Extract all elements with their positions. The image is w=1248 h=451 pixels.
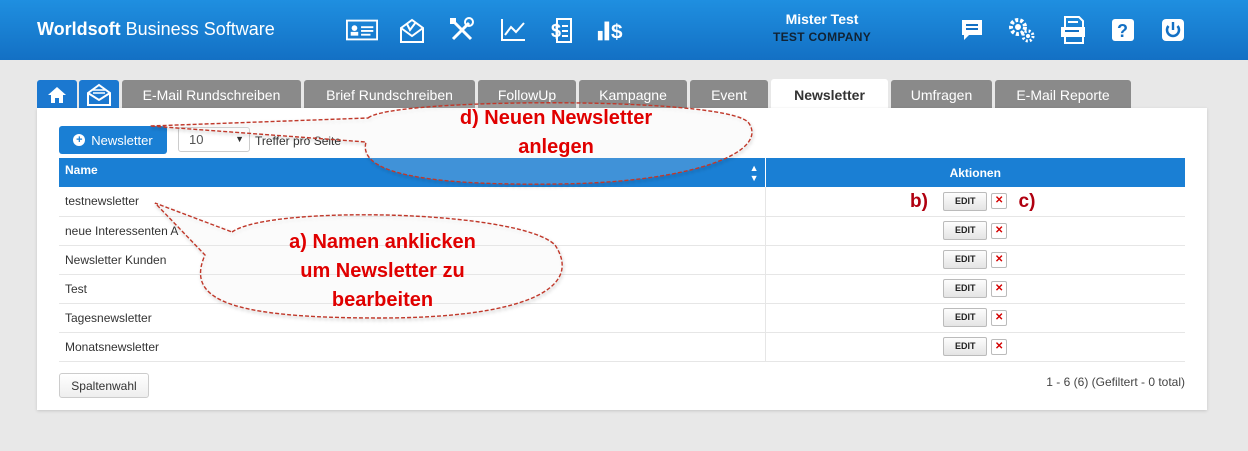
statistics-chart-icon[interactable] — [497, 14, 529, 46]
power-icon[interactable] — [1157, 14, 1189, 46]
column-select-button[interactable]: Spaltenwahl — [59, 373, 149, 398]
print-document-icon[interactable] — [1057, 14, 1089, 46]
mail-open-icon — [87, 83, 111, 106]
tab-email-reporte[interactable]: E-Mail Reporte — [995, 80, 1131, 109]
top-bar: Worldsoft Business Software $ $ Mister T… — [0, 0, 1248, 60]
svg-text:?: ? — [1117, 21, 1128, 41]
delete-icon[interactable]: ✕ — [991, 251, 1008, 268]
new-newsletter-button[interactable]: + Newsletter — [59, 126, 167, 154]
edit-button[interactable]: EDIT — [943, 337, 988, 356]
user-info: Mister Test TEST COMPANY — [760, 11, 884, 44]
delete-icon[interactable]: ✕ — [991, 309, 1008, 326]
delete-icon[interactable]: ✕ — [991, 280, 1008, 297]
contacts-card-icon[interactable] — [346, 14, 378, 46]
delete-icon[interactable]: ✕ — [991, 338, 1008, 355]
table-row: Monatsnewsletter EDIT ✕ — [59, 332, 1185, 362]
tools-icon[interactable] — [446, 14, 478, 46]
user-name: Mister Test — [785, 11, 859, 27]
annotation-b: b) — [910, 191, 928, 212]
home-tab[interactable] — [37, 80, 77, 109]
settings-gears-icon[interactable] — [1006, 14, 1038, 46]
message-icon[interactable] — [956, 14, 988, 46]
annotation-a: a) Namen anklicken um Newsletter zu bear… — [289, 231, 476, 311]
tab-newsletter[interactable]: Newsletter — [771, 79, 888, 110]
delete-icon[interactable]: ✕ — [991, 193, 1008, 210]
edit-button[interactable]: EDIT — [943, 191, 988, 211]
tab-email-rundschreiben[interactable]: E-Mail Rundschreiben — [122, 80, 301, 109]
edit-button[interactable]: EDIT — [943, 221, 988, 240]
pagination-info: 1 - 6 (6) (Gefiltert - 0 total) — [1046, 375, 1185, 389]
per-page-select[interactable]: 10 ▼ — [178, 127, 250, 152]
edit-button[interactable]: EDIT — [943, 279, 988, 298]
dropdown-arrow-icon: ▼ — [235, 134, 244, 144]
mail-tab[interactable] — [79, 80, 119, 109]
company-name: TEST COMPANY — [772, 30, 872, 44]
mail-marketing-icon[interactable] — [396, 14, 428, 46]
svg-text:$: $ — [611, 20, 623, 43]
plus-circle-icon: + — [73, 134, 86, 146]
svg-text:$: $ — [551, 21, 561, 41]
newsletter-name-link[interactable]: Monatsnewsletter — [59, 332, 765, 362]
edit-button[interactable]: EDIT — [943, 308, 988, 327]
annotation-c: c) — [1018, 191, 1036, 212]
column-header-name[interactable]: Name ▲ ▼ — [59, 158, 765, 187]
tab-umfragen[interactable]: Umfragen — [891, 80, 992, 109]
per-page-label: Treffer pro Seite — [255, 134, 342, 148]
newsletter-name-link[interactable]: testnewsletter — [59, 187, 765, 217]
brand-title: Worldsoft Business Software — [37, 19, 275, 39]
delete-icon[interactable]: ✕ — [991, 222, 1008, 239]
sort-icon[interactable]: ▲ ▼ — [750, 163, 759, 183]
help-icon[interactable]: ? — [1107, 14, 1139, 46]
column-header-actions: Aktionen — [764, 158, 1185, 187]
annotation-d: d) Neuen Newsletter anlegen — [459, 107, 653, 158]
home-icon — [48, 86, 66, 103]
edit-button[interactable]: EDIT — [943, 250, 988, 269]
finance-chart-icon[interactable]: $ — [596, 14, 628, 46]
billing-document-icon[interactable]: $ — [547, 14, 579, 46]
